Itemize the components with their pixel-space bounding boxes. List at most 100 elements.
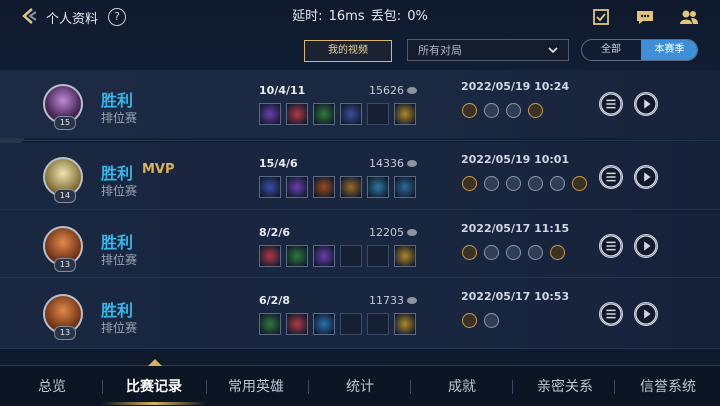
replay-play-icon[interactable]	[634, 92, 658, 116]
nav-divider	[308, 380, 309, 394]
nav-common-heroes[interactable]: 常用英雄	[216, 376, 296, 396]
my-video-button[interactable]: 我的视频	[304, 40, 392, 62]
badge-icon	[484, 313, 499, 328]
match-mode: 排位赛	[101, 184, 138, 198]
match-datetime: 2022/05/17 10:53	[461, 290, 570, 303]
detail-list-icon[interactable]	[599, 92, 623, 116]
gold-amount: 15626	[357, 84, 417, 97]
tab-all[interactable]: 全部	[582, 40, 640, 60]
gold-value: 15626	[369, 84, 404, 97]
item-slot	[259, 245, 281, 267]
chat-icon[interactable]	[636, 9, 654, 25]
item-slot	[367, 103, 389, 125]
gold-amount: 14336	[357, 157, 417, 170]
detail-list-icon[interactable]	[599, 165, 623, 189]
badge-icon	[484, 176, 499, 191]
badge-icon	[462, 176, 477, 191]
item-slot	[313, 313, 335, 335]
hero-level: 14	[54, 189, 76, 203]
kda-score: 6/2/8	[259, 294, 290, 307]
badge-icon	[506, 245, 521, 260]
row-divider	[0, 348, 720, 349]
loss-label: 丢包:	[370, 9, 402, 24]
nav-achievements[interactable]: 成就	[422, 376, 502, 396]
coin-icon	[407, 297, 417, 304]
item-slot	[286, 245, 308, 267]
item-slot	[259, 313, 281, 335]
network-status: 延时: 16ms 丢包: 0%	[0, 5, 720, 24]
match-row[interactable]: 13 胜利 排位赛 6/2/8 11733 2022/05/17 10:53	[0, 280, 720, 348]
nav-overview[interactable]: 总览	[12, 376, 92, 396]
nav-divider	[102, 380, 103, 394]
nav-divider	[614, 380, 615, 394]
badge-icon	[462, 245, 477, 260]
item-slot	[286, 176, 308, 198]
item-slot	[340, 245, 362, 267]
badge-icon	[572, 176, 587, 191]
item-slot	[394, 176, 416, 198]
kda-score: 8/2/6	[259, 226, 290, 239]
nav-statistics[interactable]: 统计	[320, 376, 400, 396]
badge-icon	[462, 103, 477, 118]
match-result: 胜利	[101, 91, 134, 110]
item-slot	[394, 245, 416, 267]
badge-icon	[462, 313, 477, 328]
hero-level: 13	[54, 258, 76, 272]
item-slot	[394, 103, 416, 125]
item-slot	[340, 176, 362, 198]
loss-value: 0%	[407, 9, 428, 24]
coin-icon	[407, 87, 417, 94]
badge-icon	[528, 245, 543, 260]
match-row[interactable]: 14 胜利 MVP 排位赛 15/4/6 14336 2022/05/19 10:01	[0, 143, 720, 211]
gold-value: 14336	[369, 157, 404, 170]
nav-relationships[interactable]: 亲密关系	[525, 376, 605, 396]
detail-list-icon[interactable]	[599, 234, 623, 258]
gold-value: 11733	[369, 294, 404, 307]
detail-list-icon[interactable]	[599, 302, 623, 326]
match-row[interactable]: 13 胜利 排位赛 8/2/6 12205 2022/05/17 11:15	[0, 212, 720, 280]
replay-play-icon[interactable]	[634, 302, 658, 326]
item-slot	[367, 176, 389, 198]
match-row[interactable]: 15 胜利 排位赛 10/4/11 15626 2022/05/19 10:24	[0, 70, 720, 138]
badge-icon	[550, 176, 565, 191]
item-slot	[313, 103, 335, 125]
tab-this-season[interactable]: 本赛季	[641, 40, 697, 60]
badge-icon	[506, 176, 521, 191]
coin-icon	[407, 229, 417, 236]
match-datetime: 2022/05/19 10:01	[461, 153, 570, 166]
replay-play-icon[interactable]	[634, 165, 658, 189]
match-mode: 排位赛	[101, 253, 138, 267]
badge-icon	[528, 103, 543, 118]
season-toggle: 全部 本赛季	[581, 39, 698, 61]
replay-play-icon[interactable]	[634, 234, 658, 258]
row-divider	[0, 209, 720, 210]
item-slot	[313, 245, 335, 267]
item-slot	[313, 176, 335, 198]
latency-value: 16ms	[328, 9, 365, 24]
match-datetime: 2022/05/19 10:24	[461, 80, 570, 93]
nav-divider	[206, 380, 207, 394]
chevron-down-icon	[548, 47, 558, 54]
nav-reputation[interactable]: 信誉系统	[628, 376, 708, 396]
item-slot	[340, 103, 362, 125]
item-slot	[340, 313, 362, 335]
match-result: 胜利	[101, 301, 134, 320]
checklist-icon[interactable]	[592, 9, 610, 25]
item-slot	[367, 245, 389, 267]
item-slot	[394, 313, 416, 335]
friends-icon[interactable]	[679, 9, 699, 25]
nav-match-history[interactable]: 比赛记录	[114, 376, 194, 396]
badge-icon	[550, 245, 565, 260]
mvp-badge: MVP	[142, 162, 175, 177]
match-filter-value: 所有对局	[418, 44, 462, 57]
badge-icon	[484, 103, 499, 118]
hero-level: 15	[54, 116, 76, 130]
badge-icon	[528, 176, 543, 191]
match-mode: 排位赛	[101, 111, 138, 125]
row-divider	[0, 140, 720, 141]
match-mode: 排位赛	[101, 321, 138, 335]
kda-score: 15/4/6	[259, 157, 298, 170]
match-filter-select[interactable]: 所有对局	[407, 39, 569, 61]
item-slot	[286, 313, 308, 335]
match-datetime: 2022/05/17 11:15	[461, 222, 570, 235]
